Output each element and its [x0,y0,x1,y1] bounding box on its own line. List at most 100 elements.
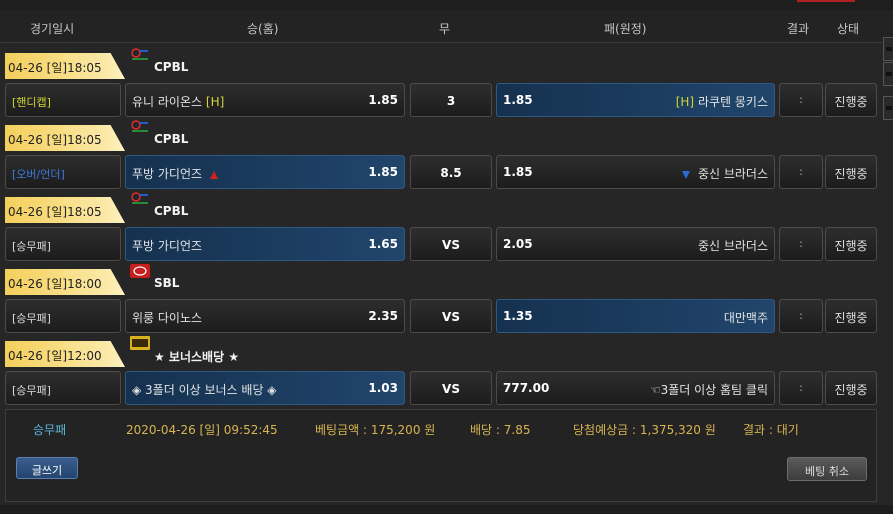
game-time: 04-26 [일]18:05 [5,197,125,223]
status-button[interactable]: 진행중 [825,83,877,117]
cpbl-logo-icon [131,192,148,204]
home-team: 유니 라이온스 [H] [132,93,224,110]
home-handicap-mark: [H] [205,95,225,109]
away-team: 중신 브라더스 [681,165,768,182]
summary-bet-amount: 베팅금액 : 175,200 원 [315,423,436,437]
write-button[interactable]: 글쓰기 [16,457,78,479]
game-time: 04-26 [일]18:05 [5,125,125,151]
bet-slip-summary: 승무패 2020-04-26 [일] 09:52:45 베팅금액 : 175,2… [5,409,877,502]
bet-type-label: [승무패] [12,312,51,325]
under-down-icon [681,170,690,179]
bet-type: [오버/언더] [5,155,121,189]
bet-row: [핸디캡] 유니 라이온스 [H] 1.85 3 1.85 [H] 라쿠텐 몽키… [5,83,885,117]
away-team: [H] 라쿠텐 몽키스 [676,93,768,110]
home-odds: 1.85 [368,93,398,107]
league-name: SBL [154,276,180,290]
league-name: CPBL [154,204,189,218]
status-button[interactable]: 진행중 [825,299,877,333]
league-name: ★ 보너스배당 ★ [154,350,240,364]
bet-row: [승무패] 위룽 다이노스 2.35 VS 1.35 대만맥주 : 진행중 [5,299,885,333]
away-handicap-mark: [H] [675,95,695,109]
side-checkbox[interactable] [883,37,893,61]
bet-row: [오버/언더] 푸방 가디언즈 1.85 8.5 1.85 중신 브라더스 : … [5,155,885,189]
result-cell: : [779,227,823,261]
summary-odds: 배당 : 7.85 [470,423,531,437]
home-team: 위룽 다이노스 [132,311,203,325]
home-bet-button[interactable]: 푸방 가디언즈 1.85 [125,155,405,189]
game-time: 04-26 [일]18:00 [5,269,125,295]
away-odds: 777.00 [503,381,550,395]
footer-strip [0,505,893,514]
top-strip [0,0,893,10]
summary-expected-win: 당첨예상금 : 1,375,320 원 [573,423,716,437]
bet-type: [승무패] [5,227,121,261]
away-odds: 1.85 [503,93,533,107]
header-result: 결과 [787,22,810,36]
home-team: ◈ 3폴더 이상 보너스 배당 ◈ [132,383,277,397]
away-bet-button[interactable]: 1.85 중신 브라더스 [496,155,775,189]
draw-bet-button[interactable]: VS [410,299,492,333]
header-home: 승(홈) [247,22,279,36]
draw-bet-button[interactable]: VS [410,227,492,261]
summary-result: 결과 : 대기 [743,423,799,437]
sbl-logo-icon [130,264,150,278]
header-status: 상태 [837,22,860,36]
bet-type-label: [승무패] [12,240,51,253]
home-team-name: 유니 라이온스 [132,95,203,109]
over-up-icon [210,170,219,179]
home-odds: 1.85 [368,165,398,179]
away-team: ☜3폴더 이상 홈팀 클릭 [649,383,768,397]
home-team: 푸방 가디언즈 [132,165,219,182]
away-bet-button[interactable]: 1.85 [H] 라쿠텐 몽키스 [496,83,775,117]
cpbl-logo-icon [131,120,148,132]
status-button[interactable]: 진행중 [825,227,877,261]
game-time: 04-26 [일]12:00 [5,341,125,367]
home-team: 푸방 가디언즈 [132,239,203,253]
cpbl-logo-icon [131,48,148,60]
bet-row: [승무패] 푸방 가디언즈 1.65 VS 2.05 중신 브라더스 : 진행중 [5,227,885,261]
home-bet-button[interactable]: ◈ 3폴더 이상 보너스 배당 ◈ 1.03 [125,371,405,405]
home-odds: 2.35 [368,309,398,323]
header-away: 패(원정) [604,22,647,36]
result-cell: : [779,155,823,189]
bet-type-label: [오버/언더] [12,168,65,181]
home-bet-button[interactable]: 유니 라이온스 [H] 1.85 [125,83,405,117]
draw-bet-button[interactable]: 3 [410,83,492,117]
bet-type: [승무패] [5,371,121,405]
header-date: 경기일시 [30,22,75,36]
draw-bet-button[interactable]: 8.5 [410,155,492,189]
league-name: CPBL [154,60,189,74]
away-team: 중신 브라더스 [697,239,768,253]
home-bet-button[interactable]: 푸방 가디언즈 1.65 [125,227,405,261]
table-header: 경기일시 승(홈) 무 패(원정) 결과 상태 [0,10,893,43]
away-bet-button[interactable]: 777.00 ☜3폴더 이상 홈팀 클릭 [496,371,775,405]
away-bet-button[interactable]: 2.05 중신 브라더스 [496,227,775,261]
result-cell: : [779,299,823,333]
bet-type-label: [승무패] [12,384,51,397]
home-bet-button[interactable]: 위룽 다이노스 2.35 [125,299,405,333]
bet-type-label: [핸디캡] [12,96,51,109]
summary-type: 승무패 [33,423,67,437]
bet-type: [승무패] [5,299,121,333]
top-red-button[interactable] [797,0,855,2]
result-cell: : [779,371,823,405]
home-odds: 1.03 [368,381,398,395]
game-time: 04-26 [일]18:05 [5,53,125,79]
status-button[interactable]: 진행중 [825,155,877,189]
header-draw: 무 [439,22,451,36]
result-cell: : [779,83,823,117]
bet-type: [핸디캡] [5,83,121,117]
away-odds: 1.85 [503,165,533,179]
draw-bet-button[interactable]: VS [410,371,492,405]
home-team-name: 푸방 가디언즈 [132,167,203,181]
away-odds: 1.35 [503,309,533,323]
cancel-bet-button[interactable]: 베팅 취소 [787,457,867,481]
status-button[interactable]: 진행중 [825,371,877,405]
home-odds: 1.65 [368,237,398,251]
away-bet-button[interactable]: 1.35 대만맥주 [496,299,775,333]
bonus-logo-icon [130,336,150,350]
away-team: 대만맥주 [723,311,768,325]
away-team-name: 라쿠텐 몽키스 [697,95,768,109]
bet-row: [승무패] ◈ 3폴더 이상 보너스 배당 ◈ 1.03 VS 777.00 ☜… [5,371,885,405]
summary-datetime: 2020-04-26 [일] 09:52:45 [126,423,278,437]
